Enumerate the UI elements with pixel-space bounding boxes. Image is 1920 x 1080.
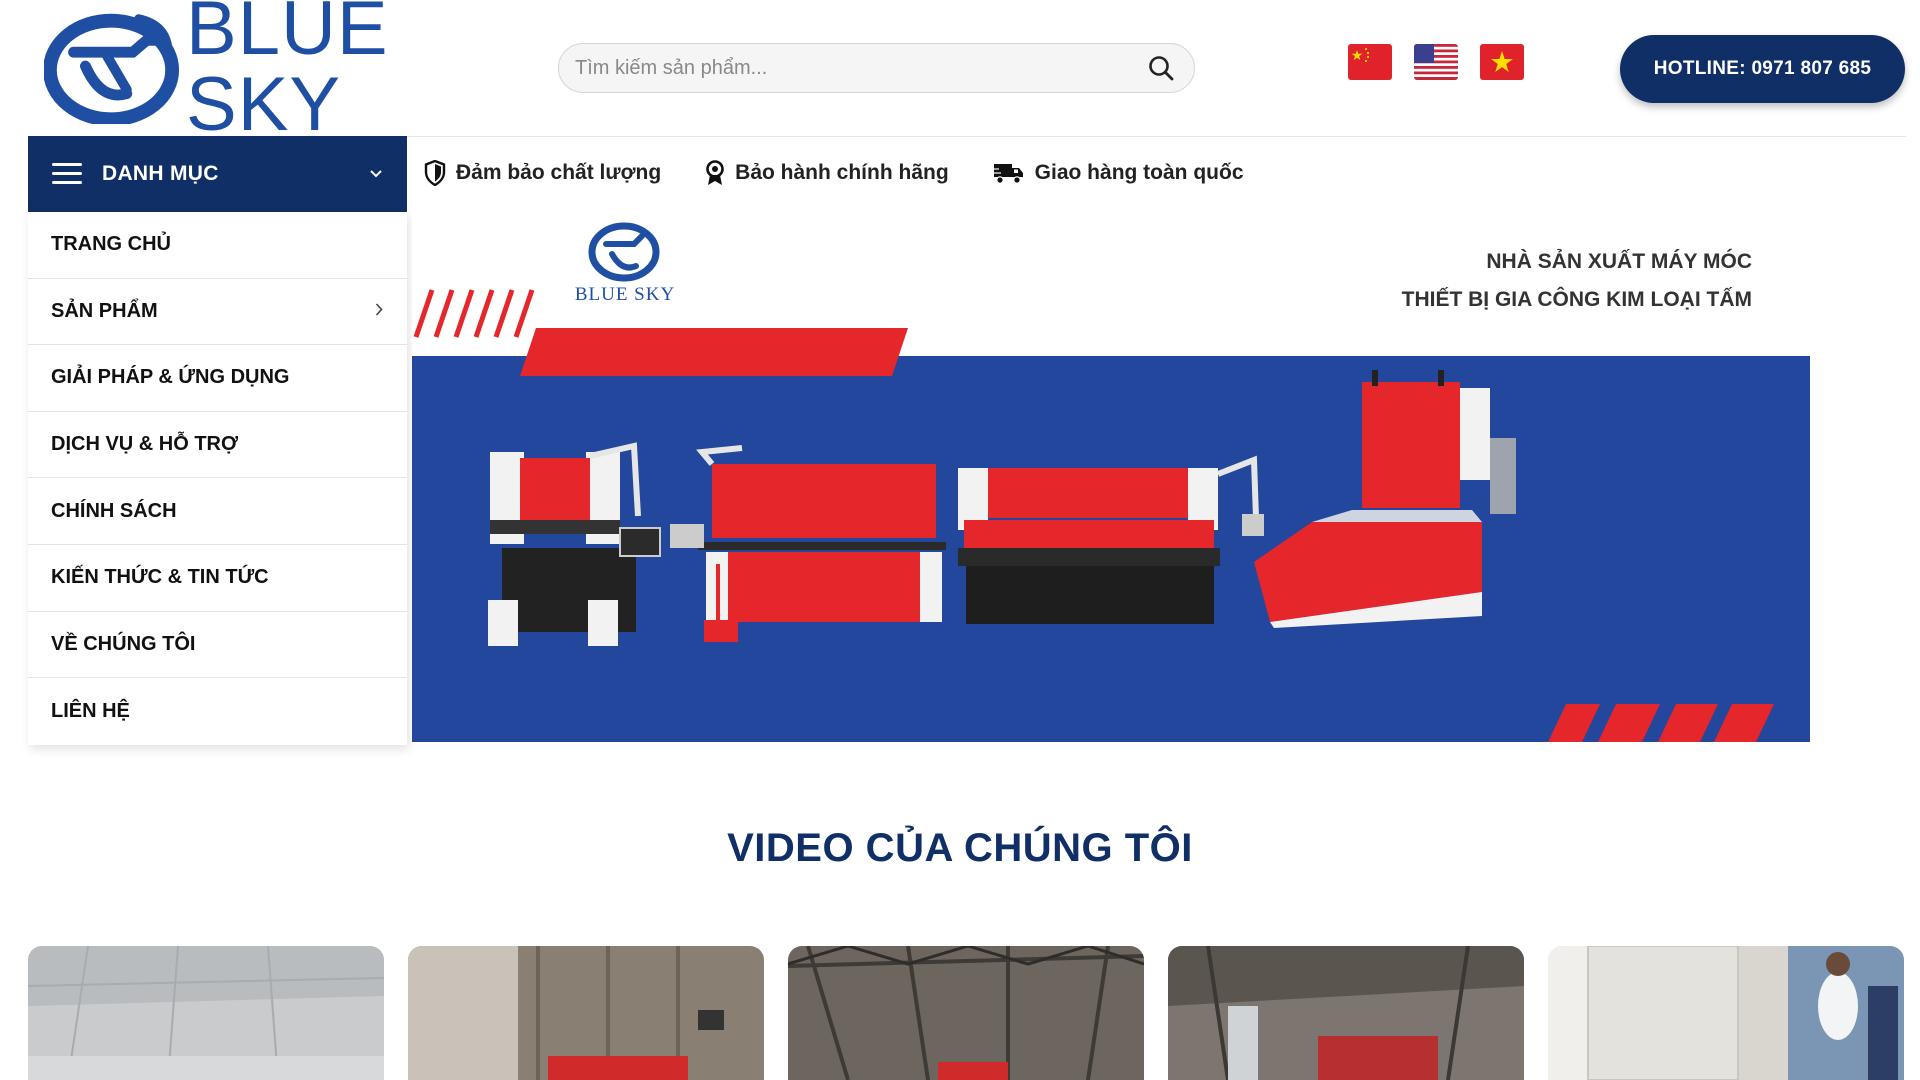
category-menu: TRANG CHỦ SẢN PHẨM GIẢI PHÁP & ỨNG DỤNG …: [28, 212, 407, 745]
banner-heading-line1: NHÀ SẢN XUẤT MÁY MÓC: [1486, 250, 1752, 273]
menu-item-policy[interactable]: CHÍNH SÁCH: [28, 478, 407, 545]
shield-icon: [424, 160, 446, 186]
feature-label: Giao hàng toàn quốc: [1034, 161, 1244, 184]
language-switcher: [1348, 44, 1524, 80]
hero-banner[interactable]: BLUE SKY NHÀ SẢN XUẤT MÁY MÓC THIẾT BỊ G…: [412, 212, 1810, 742]
menu-item-label: VỀ CHÚNG TÔI: [51, 632, 196, 655]
category-menu-toggle[interactable]: DANH MỤC: [28, 136, 407, 212]
menu-item-label: GIẢI PHÁP & ỨNG DỤNG: [51, 366, 290, 389]
search-input[interactable]: [559, 44, 1138, 92]
search-bar: [558, 43, 1195, 93]
chevron-down-icon: [361, 169, 391, 179]
chevron-right-icon: [375, 300, 383, 323]
menu-item-label: CHÍNH SÁCH: [51, 499, 177, 522]
award-icon: [706, 160, 724, 185]
category-menu-title: DANH MỤC: [102, 162, 219, 185]
menu-item-label: SẢN PHẨM: [51, 299, 158, 322]
hamburger-icon: [52, 163, 82, 185]
menu-item-label: KIẾN THỨC & TIN TỨC: [51, 566, 269, 589]
menu-item-label: LIÊN HỆ: [51, 699, 130, 722]
menu-item-contact[interactable]: LIÊN HỆ: [28, 678, 407, 745]
video-thumbnail-1[interactable]: [28, 946, 384, 1080]
menu-item-label: TRANG CHỦ: [51, 233, 171, 256]
banner-logo-text: BLUE SKY: [574, 284, 676, 305]
feature-bar: Đảm bảo chất lượng Bảo hành chính hãng G…: [424, 155, 1288, 191]
search-icon[interactable]: [1138, 45, 1184, 91]
video-thumbnail-5[interactable]: [1548, 946, 1904, 1080]
menu-item-services[interactable]: DỊCH VỤ & HỖ TRỢ: [28, 412, 407, 479]
blue-sky-logo-icon: [44, 13, 180, 124]
truck-icon: [992, 164, 1023, 184]
menu-item-news[interactable]: KIẾN THỨC & TIN TỨC: [28, 545, 407, 612]
video-thumbnails: [28, 946, 1906, 1080]
feature-label: Đảm bảo chất lượng: [456, 161, 662, 184]
menu-item-solutions[interactable]: GIẢI PHÁP & ỨNG DỤNG: [28, 345, 407, 412]
feature-label: Bảo hành chính hãng: [735, 161, 949, 184]
menu-item-about[interactable]: VỀ CHÚNG TÔI: [28, 612, 407, 679]
menu-item-products[interactable]: SẢN PHẨM: [28, 279, 407, 346]
feature-delivery: Giao hàng toàn quốc: [992, 161, 1244, 185]
logo-text: BLUE SKY: [186, 0, 389, 147]
video-thumbnail-2[interactable]: [408, 946, 764, 1080]
site-logo[interactable]: BLUE SKY: [44, 0, 504, 143]
site-header: BLUE SKY Tìm kiếm sản phẩm... HOTLINE: 0…: [0, 0, 1920, 143]
hotline-button[interactable]: HOTLINE: 0971 807 685: [1620, 35, 1905, 103]
vietnam-flag-icon[interactable]: [1480, 44, 1524, 80]
video-section-title: VIDEO CỦA CHÚNG TÔI: [727, 826, 1193, 870]
video-thumbnail-4[interactable]: [1168, 946, 1524, 1080]
video-thumbnail-3[interactable]: [788, 946, 1144, 1080]
us-flag-icon[interactable]: [1414, 44, 1458, 80]
hotline-label: HOTLINE:: [1653, 58, 1746, 79]
hotline-number: 0971 807 685: [1751, 58, 1872, 79]
feature-quality: Đảm bảo chất lượng: [424, 160, 661, 186]
chinese-flag-icon[interactable]: [1348, 44, 1392, 80]
feature-warranty: Bảo hành chính hãng: [705, 160, 949, 186]
banner-heading-line2: THIẾT BỊ GIA CÔNG KIM LOẠI TẤM: [1401, 288, 1752, 311]
menu-item-label: DỊCH VỤ & HỖ TRỢ: [51, 433, 239, 456]
menu-item-home[interactable]: TRANG CHỦ: [28, 212, 407, 279]
